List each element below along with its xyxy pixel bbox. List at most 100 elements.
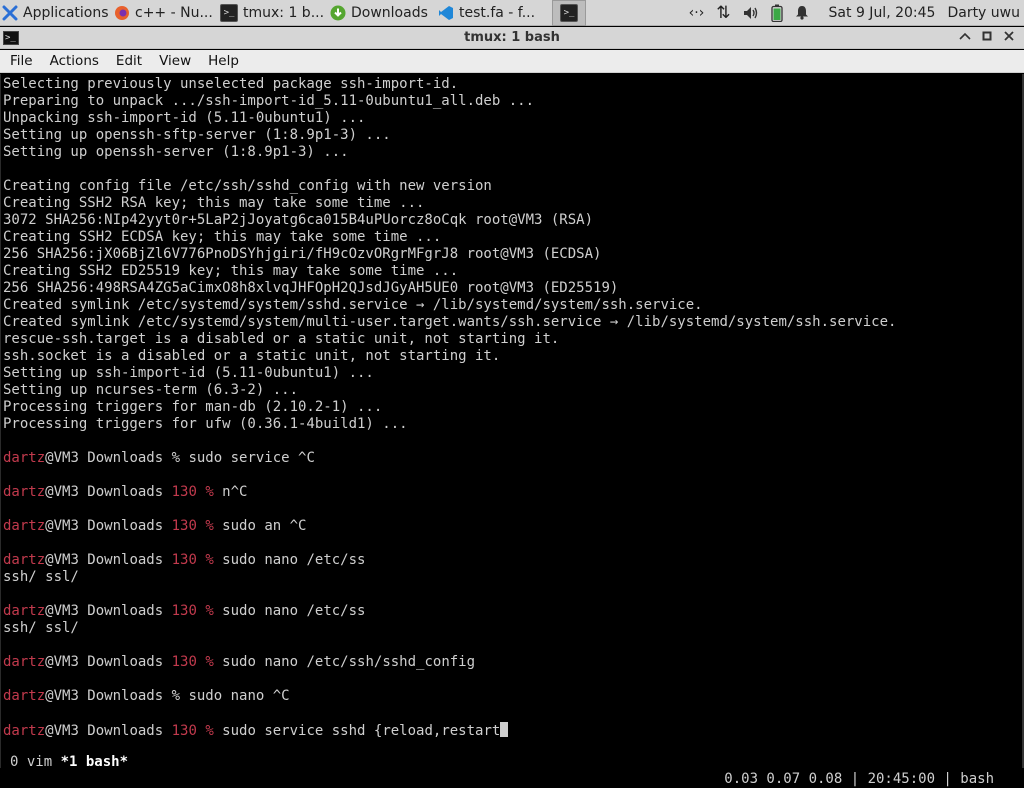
terminal-line-text: Setting up openssh-sftp-server (1:8.9p1-…: [3, 127, 391, 143]
tmux-status-line: 0 vim *1 bash* 0.03 0.07 0.08 | 20:45:00…: [0, 737, 1020, 787]
terminal-prompt-line: dartz@VM3 Downloads % sudo nano ^C: [3, 688, 1018, 705]
prompt-user: dartz: [3, 518, 46, 534]
terminal-line-text: Setting up ssh-import-id (5.11-0ubuntu1)…: [3, 365, 374, 381]
tmux-window-list[interactable]: 0 vim *1 bash*: [10, 754, 128, 771]
system-tray: ‹·› ⇅ Sat 9 Jul, 20:45 Darty uwu: [683, 0, 1024, 26]
terminal-icon: >_: [560, 3, 578, 22]
prompt-host: @VM3 Downloads: [45, 552, 172, 568]
prompt-host: @VM3 Downloads: [45, 654, 172, 670]
terminal-prompt-line: dartz@VM3 Downloads 130 % sudo nano /etc…: [3, 654, 1018, 671]
terminal-line-text: Setting up ncurses-term (6.3-2) ...: [3, 382, 299, 398]
task-firefox[interactable]: c++ - Nu...: [110, 0, 216, 26]
battery-icon[interactable]: [770, 4, 783, 22]
terminal-line-text: Processing triggers for ufw (0.36.1-4bui…: [3, 416, 408, 432]
terminal-line: Creating SSH2 RSA key; this may take som…: [3, 195, 1018, 212]
task-vscode[interactable]: test.fa - f...: [434, 0, 548, 26]
prompt-user: dartz: [3, 654, 46, 670]
prompt-host: @VM3 Downloads: [45, 688, 172, 704]
clock[interactable]: Sat 9 Jul, 20:45: [829, 5, 936, 21]
terminal-line-text: ssh.socket is a disabled or a static uni…: [3, 348, 501, 364]
maximize-button[interactable]: [976, 30, 998, 45]
terminal-line: Unpacking ssh-import-id (5.11-0ubuntu1) …: [3, 110, 1018, 127]
xfce-logo-icon: [2, 5, 18, 21]
task-tmux[interactable]: >_ tmux: 1 b...: [216, 0, 326, 26]
terminal-window-icon[interactable]: >_: [3, 30, 19, 45]
menu-view[interactable]: View: [149, 53, 198, 69]
prompt-command: n^C: [222, 484, 248, 500]
task-downloads[interactable]: Downloads: [326, 0, 434, 26]
prompt-symbol: %: [205, 603, 223, 619]
terminal-line: rescue-ssh.target is a disabled or a sta…: [3, 331, 1018, 348]
menu-file[interactable]: File: [0, 53, 40, 69]
menu-actions[interactable]: Actions: [40, 53, 106, 69]
terminal-line-text: Creating config file /etc/ssh/sshd_confi…: [3, 178, 492, 194]
task-label: Downloads: [351, 4, 428, 21]
prompt-exit-code: 130: [171, 654, 206, 670]
terminal-icon: >_: [220, 3, 238, 22]
network-icon[interactable]: ‹·›: [689, 5, 705, 21]
terminal-line: ssh.socket is a disabled or a static uni…: [3, 348, 1018, 365]
prompt-command: sudo nano ^C: [188, 688, 290, 704]
terminal-line-text: Setting up openssh-server (1:8.9p1-3) ..…: [3, 144, 349, 160]
terminal-prompt-line: dartz@VM3 Downloads 130 % sudo nano /etc…: [3, 552, 1018, 569]
terminal-prompt-line: dartz@VM3 Downloads % sudo service ^C: [3, 450, 1018, 467]
prompt-symbol: %: [205, 654, 223, 670]
terminal-line-text: ssh/ ssl/: [3, 620, 79, 636]
task-label: test.fa - f...: [459, 4, 536, 21]
firefox-icon: [114, 5, 130, 21]
terminal-line-text: 256 SHA256:498RSA4ZG5aCimxO8h8xlvqJHFOpH…: [3, 280, 619, 296]
window-titlebar[interactable]: >_ tmux: 1 bash: [0, 27, 1024, 49]
prompt-symbol: %: [205, 552, 223, 568]
user-menu[interactable]: Darty uwu: [947, 5, 1020, 21]
prompt-host: @VM3 Downloads: [45, 450, 172, 466]
window-controls: [954, 30, 1024, 45]
terminal-line-text: Created symlink /etc/systemd/system/sshd…: [3, 297, 703, 313]
transfer-arrows-icon[interactable]: ⇅: [716, 3, 730, 23]
applications-menu-button[interactable]: Applications ≡: [0, 0, 110, 26]
close-button[interactable]: [998, 30, 1020, 45]
terminal-line: Processing triggers for man-db (2.10.2-1…: [3, 399, 1018, 416]
prompt-exit-code: 130: [171, 518, 206, 534]
minimize-button[interactable]: [954, 30, 976, 45]
terminal-prompt-line: dartz@VM3 Downloads 130 % sudo an ^C: [3, 518, 1018, 535]
prompt-user: dartz: [3, 688, 46, 704]
prompt-symbol: %: [171, 688, 189, 704]
terminal-output: Selecting previously unselected package …: [3, 76, 1018, 739]
prompt-symbol: %: [205, 518, 223, 534]
prompt-exit-code: 130: [171, 552, 206, 568]
volume-icon[interactable]: [743, 6, 759, 20]
prompt-user: dartz: [3, 603, 46, 619]
prompt-symbol: %: [205, 484, 223, 500]
terminal-line-text: Unpacking ssh-import-id (5.11-0ubuntu1) …: [3, 110, 366, 126]
prompt-host: @VM3 Downloads: [45, 603, 172, 619]
terminal-line: Preparing to unpack .../ssh-import-id_5.…: [3, 93, 1018, 110]
vscode-icon: [438, 5, 454, 21]
terminal-area[interactable]: Selecting previously unselected package …: [0, 74, 1022, 768]
prompt-host: @VM3 Downloads: [45, 518, 172, 534]
prompt-exit-code: 130: [171, 484, 206, 500]
terminal-line: ssh/ ssl/: [3, 569, 1018, 586]
terminal-line-text: Preparing to unpack .../ssh-import-id_5.…: [3, 93, 535, 109]
terminal-line-text: Creating SSH2 ECDSA key; this may take s…: [3, 229, 442, 245]
download-icon: [330, 5, 346, 21]
terminal-line: Creating SSH2 ECDSA key; this may take s…: [3, 229, 1018, 246]
task-label: c++ - Nu...: [135, 4, 213, 21]
prompt-command: sudo nano /etc/ss: [222, 552, 366, 568]
terminal-line: Created symlink /etc/systemd/system/sshd…: [3, 297, 1018, 314]
task-terminal-active[interactable]: >_: [552, 0, 586, 26]
terminal-line-text: rescue-ssh.target is a disabled or a sta…: [3, 331, 560, 347]
terminal-line: Processing triggers for ufw (0.36.1-4bui…: [3, 416, 1018, 433]
menu-edit[interactable]: Edit: [106, 53, 149, 69]
applications-label: Applications: [23, 4, 109, 21]
menu-help[interactable]: Help: [198, 53, 246, 69]
notification-bell-icon[interactable]: [795, 5, 809, 20]
terminal-line: Setting up openssh-server (1:8.9p1-3) ..…: [3, 144, 1018, 161]
prompt-user: dartz: [3, 484, 46, 500]
terminal-line: 3072 SHA256:NIp42yyt0r+5LaP2jJoyatg6ca01…: [3, 212, 1018, 229]
